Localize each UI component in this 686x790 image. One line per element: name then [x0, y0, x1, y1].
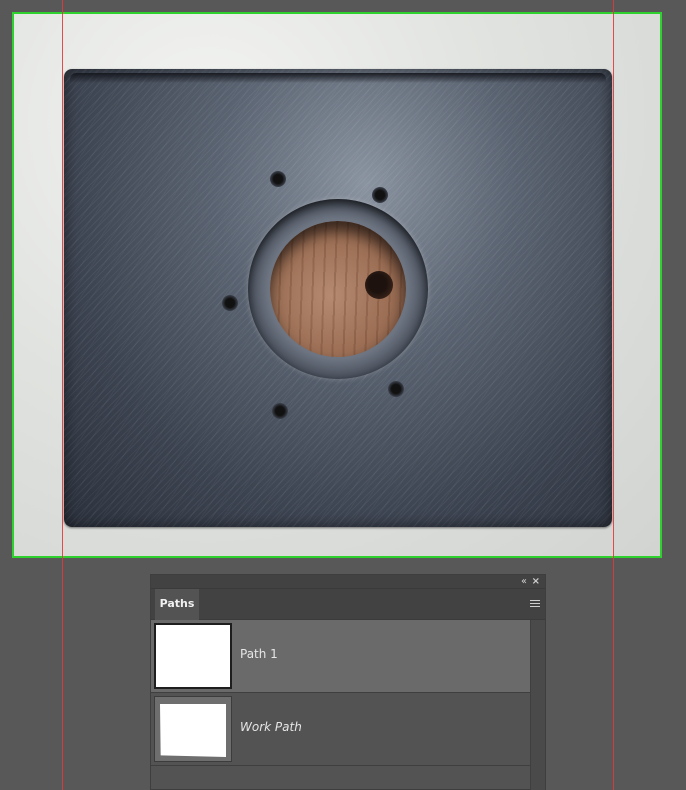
paths-panel: ‹‹ × Paths Path 1 Work Path	[150, 574, 546, 790]
path-thumbnail	[154, 696, 232, 762]
screw-hole	[222, 295, 238, 311]
screw-hole	[372, 187, 388, 203]
close-icon[interactable]: ×	[532, 575, 540, 588]
vertical-guide-left[interactable]	[62, 0, 63, 790]
screw-hole	[270, 171, 286, 187]
panel-scrollbar[interactable]	[530, 620, 545, 790]
bore-hole	[365, 271, 393, 299]
screw-hole	[388, 381, 404, 397]
panel-tab-row: Paths	[151, 589, 545, 620]
center-bore-ring	[248, 199, 428, 379]
path-thumbnail	[154, 623, 232, 689]
paths-list: Path 1 Work Path	[151, 620, 530, 766]
vertical-guide-right[interactable]	[613, 0, 614, 790]
tab-paths[interactable]: Paths	[155, 589, 199, 620]
panel-title-bar[interactable]: ‹‹ ×	[151, 575, 545, 589]
path-label: Path 1	[240, 647, 278, 661]
path-row-work-path[interactable]: Work Path	[151, 693, 530, 766]
path-label: Work Path	[240, 720, 302, 734]
path-row-path-1[interactable]: Path 1	[151, 620, 530, 693]
screw-hole	[272, 403, 288, 419]
double-chevron-left-icon[interactable]: ‹‹	[521, 575, 527, 588]
hamburger-menu-icon[interactable]	[530, 600, 540, 607]
router-plate-photo	[64, 69, 612, 527]
document-canvas[interactable]	[12, 12, 662, 558]
center-bore	[270, 221, 406, 357]
